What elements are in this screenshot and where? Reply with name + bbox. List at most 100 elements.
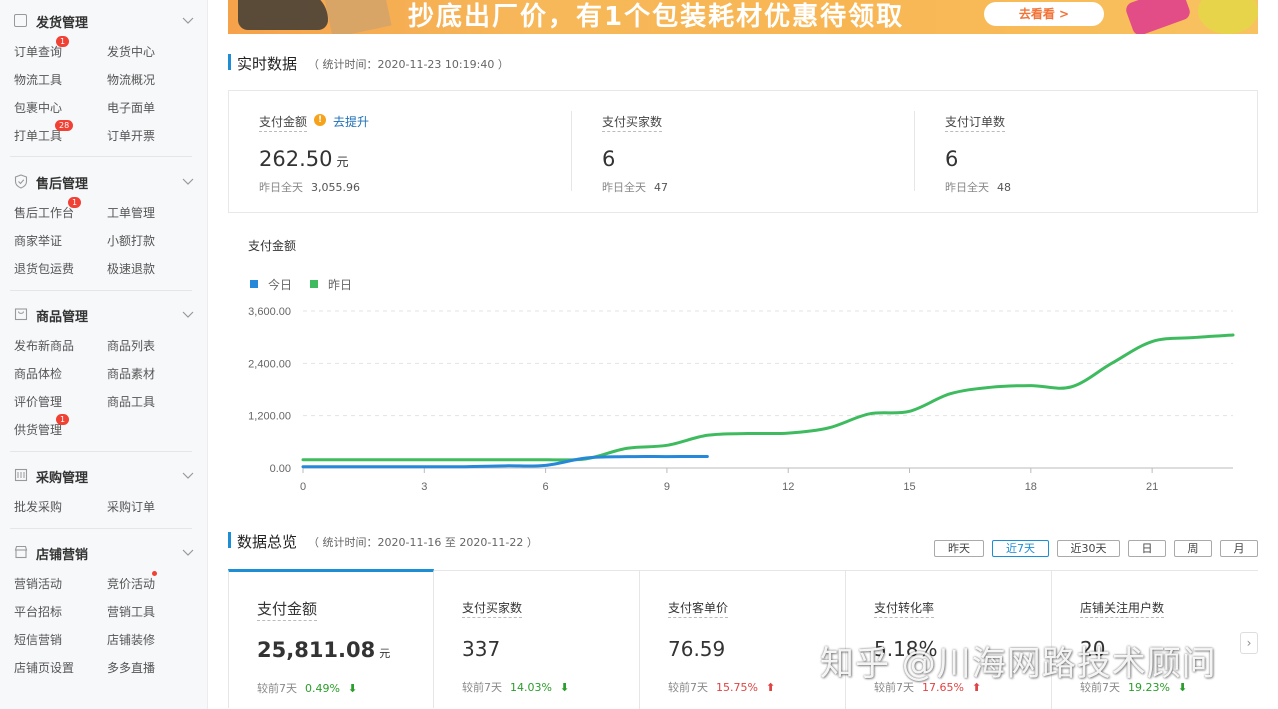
chevron-down-icon[interactable] <box>181 307 195 321</box>
sidebar-group-header[interactable]: 采购管理 <box>14 465 194 487</box>
sidebar-item-product-assets[interactable]: 商品素材 <box>107 365 155 382</box>
sidebar-item-ticket-management[interactable]: 工单管理 <box>107 204 155 221</box>
sidebar-group-header[interactable]: 售后管理 <box>14 171 194 193</box>
chevron-right-icon[interactable]: › <box>1240 632 1258 654</box>
sidebar-item-marketing-tools[interactable]: 营销工具 <box>107 603 155 620</box>
legend-swatch-yesterday <box>310 280 318 288</box>
series-line-today <box>301 455 709 469</box>
y-tick-label: 0.00 <box>270 463 291 475</box>
metric-label: 支付金额 <box>259 113 308 132</box>
x-tick-label: 6 <box>543 481 549 493</box>
sidebar-item-order-query[interactable]: 订单查询 <box>14 43 62 60</box>
improve-link[interactable]: 去提升 <box>333 113 369 130</box>
sidebar-item-sms-marketing[interactable]: 短信营销 <box>14 631 62 648</box>
promo-banner[interactable]: 抄底出厂价，有1个包装耗材优惠待领取 去看看 > <box>228 0 1258 34</box>
realtime-timestamp: （ 统计时间：2020-11-23 10:19:40 ） <box>308 58 509 71</box>
title-accent-bar <box>228 532 231 548</box>
sidebar-group-header[interactable]: 店铺营销 <box>14 542 194 564</box>
sidebar-group-header[interactable]: 发货管理 <box>14 10 194 32</box>
sidebar-item-publish-product[interactable]: 发布新商品 <box>14 337 74 354</box>
range-button-30days[interactable]: 近30天 <box>1057 540 1120 557</box>
pay-amount-line-chart: 0.00 1,200.00 2,400.00 3,600.00 0 3 6 9 12 15 18 21 <box>248 306 1235 493</box>
sidebar-item-invoice[interactable]: 订单开票 <box>107 127 155 144</box>
overview-date-range: （ 统计时间：2020-11-16 至 2020-11-22 ） <box>308 536 538 549</box>
card-comparison: 较前7天 0.49% ⬇ <box>257 682 358 695</box>
count-badge: 1 <box>56 36 70 47</box>
range-button-yesterday[interactable]: 昨天 <box>934 540 984 557</box>
range-button-month[interactable]: 月 <box>1220 540 1258 557</box>
arrow-up-icon: ⬆ <box>765 681 776 694</box>
sidebar-item-supply-management[interactable]: 供货管理 <box>14 421 62 438</box>
sidebar-group-title: 采购管理 <box>36 471 89 486</box>
count-badge: 1 <box>56 414 70 425</box>
sidebar-item-shipping-center[interactable]: 发货中心 <box>107 43 155 60</box>
range-button-week[interactable]: 周 <box>1174 540 1212 557</box>
realtime-section-title: 实时数据 （ 统计时间：2020-11-23 10:19:40 ） <box>228 53 628 73</box>
sidebar-item-logistics-tools[interactable]: 物流工具 <box>14 71 62 88</box>
sidebar-item-product-tools[interactable]: 商品工具 <box>107 393 155 410</box>
overview-card-avg-order-value[interactable]: 支付客单价 76.59 较前7天 15.75% ⬆ <box>640 571 846 709</box>
chart-title: 支付金额 <box>248 239 297 253</box>
sidebar-item-logistics-overview[interactable]: 物流概况 <box>107 71 155 88</box>
sidebar-item-platform-bidding[interactable]: 平台招标 <box>14 603 62 620</box>
sidebar-item-live-stream[interactable]: 多多直播 <box>107 659 155 676</box>
bag-icon <box>14 308 28 321</box>
chevron-down-icon[interactable] <box>181 174 195 188</box>
card-label: 支付转化率 <box>874 599 935 618</box>
chevron-down-icon[interactable] <box>181 468 195 482</box>
realtime-metrics-panel: 支付金额 ! 去提升 262.50 元 昨日全天 3,055.96 支付买家数 6 … <box>228 90 1258 213</box>
sidebar-item-marketing-events[interactable]: 营销活动 <box>14 575 62 592</box>
sidebar-item-wholesale-purchase[interactable]: 批发采购 <box>14 498 62 515</box>
sidebar-group-header[interactable]: 商品管理 <box>14 304 194 326</box>
sidebar-item-e-waybill[interactable]: 电子面单 <box>107 99 155 116</box>
overview-card-pay-amount[interactable]: 支付金额 25,811.08 元 较前7天 0.49% ⬇ <box>228 569 434 708</box>
sidebar-item-small-payment[interactable]: 小额打款 <box>107 232 155 249</box>
roll-illustration <box>1198 0 1258 34</box>
metric-pay-buyers[interactable]: 支付买家数 6 昨日全天 47 <box>572 91 914 212</box>
metric-pay-amount[interactable]: 支付金额 ! 去提升 262.50 元 昨日全天 3,055.96 <box>229 91 571 212</box>
watermark: 知乎 @川海网路技术顾问 <box>820 644 1217 684</box>
sidebar-item-product-list[interactable]: 商品列表 <box>107 337 155 354</box>
chevron-down-icon[interactable] <box>181 13 195 27</box>
notification-dot <box>152 571 157 576</box>
overview-section-title: 数据总览 （ 统计时间：2020-11-16 至 2020-11-22 ） <box>228 531 728 551</box>
sidebar-item-after-sales-desk[interactable]: 售后工作台 <box>14 204 74 221</box>
metric-value: 6 <box>602 147 616 171</box>
sidebar-item-bidding-events[interactable]: 竞价活动 <box>107 575 155 592</box>
shield-icon <box>14 174 28 189</box>
sidebar-item-purchase-orders[interactable]: 采购订单 <box>107 498 155 515</box>
count-badge: 1 <box>68 197 82 208</box>
card-label: 支付客单价 <box>668 599 729 618</box>
x-tick-label: 15 <box>903 481 915 493</box>
x-tick-label: 12 <box>782 481 794 493</box>
x-tick-label: 9 <box>664 481 670 493</box>
metric-pay-orders[interactable]: 支付订单数 6 昨日全天 48 <box>915 91 1257 212</box>
range-button-day[interactable]: 日 <box>1128 540 1166 557</box>
sidebar-group-title: 售后管理 <box>36 177 89 192</box>
y-tick-label: 1,200.00 <box>248 411 291 423</box>
divider <box>10 451 192 452</box>
x-tick-label: 21 <box>1146 481 1158 493</box>
sidebar-item-return-shipping[interactable]: 退货包运费 <box>14 260 74 277</box>
banner-view-button[interactable]: 去看看 > <box>984 2 1104 26</box>
cart-icon <box>14 468 28 482</box>
metric-label: 支付订单数 <box>945 113 1006 132</box>
sidebar-item-shop-decoration[interactable]: 店铺装修 <box>107 631 155 648</box>
range-button-7days[interactable]: 近7天 <box>992 540 1049 557</box>
series-line-yesterday <box>301 333 1235 462</box>
chevron-down-icon[interactable] <box>181 545 195 559</box>
sidebar-item-print-tool[interactable]: 打单工具 <box>14 127 62 144</box>
main-content: 抄底出厂价，有1个包装耗材优惠待领取 去看看 > 实时数据 （ 统计时间：202… <box>208 0 1278 709</box>
sidebar-item-shop-page-settings[interactable]: 店铺页设置 <box>14 659 74 676</box>
legend-swatch-today <box>250 280 258 288</box>
sidebar-item-merchant-evidence[interactable]: 商家举证 <box>14 232 62 249</box>
x-tick-label: 0 <box>300 481 306 493</box>
sidebar-item-product-check[interactable]: 商品体检 <box>14 365 62 382</box>
overview-card-pay-buyers[interactable]: 支付买家数 337 较前7天 14.03% ⬇ <box>434 571 640 709</box>
sidebar: 发货管理 订单查询 1 发货中心 物流工具 物流概况 包裹中心 电子面单 打单工… <box>0 0 208 709</box>
card-value: 337 <box>462 637 501 661</box>
sidebar-item-review-management[interactable]: 评价管理 <box>14 393 62 410</box>
sidebar-item-fast-refund[interactable]: 极速退款 <box>107 260 155 277</box>
shop-icon <box>14 545 28 559</box>
sidebar-item-package-center[interactable]: 包裹中心 <box>14 99 62 116</box>
